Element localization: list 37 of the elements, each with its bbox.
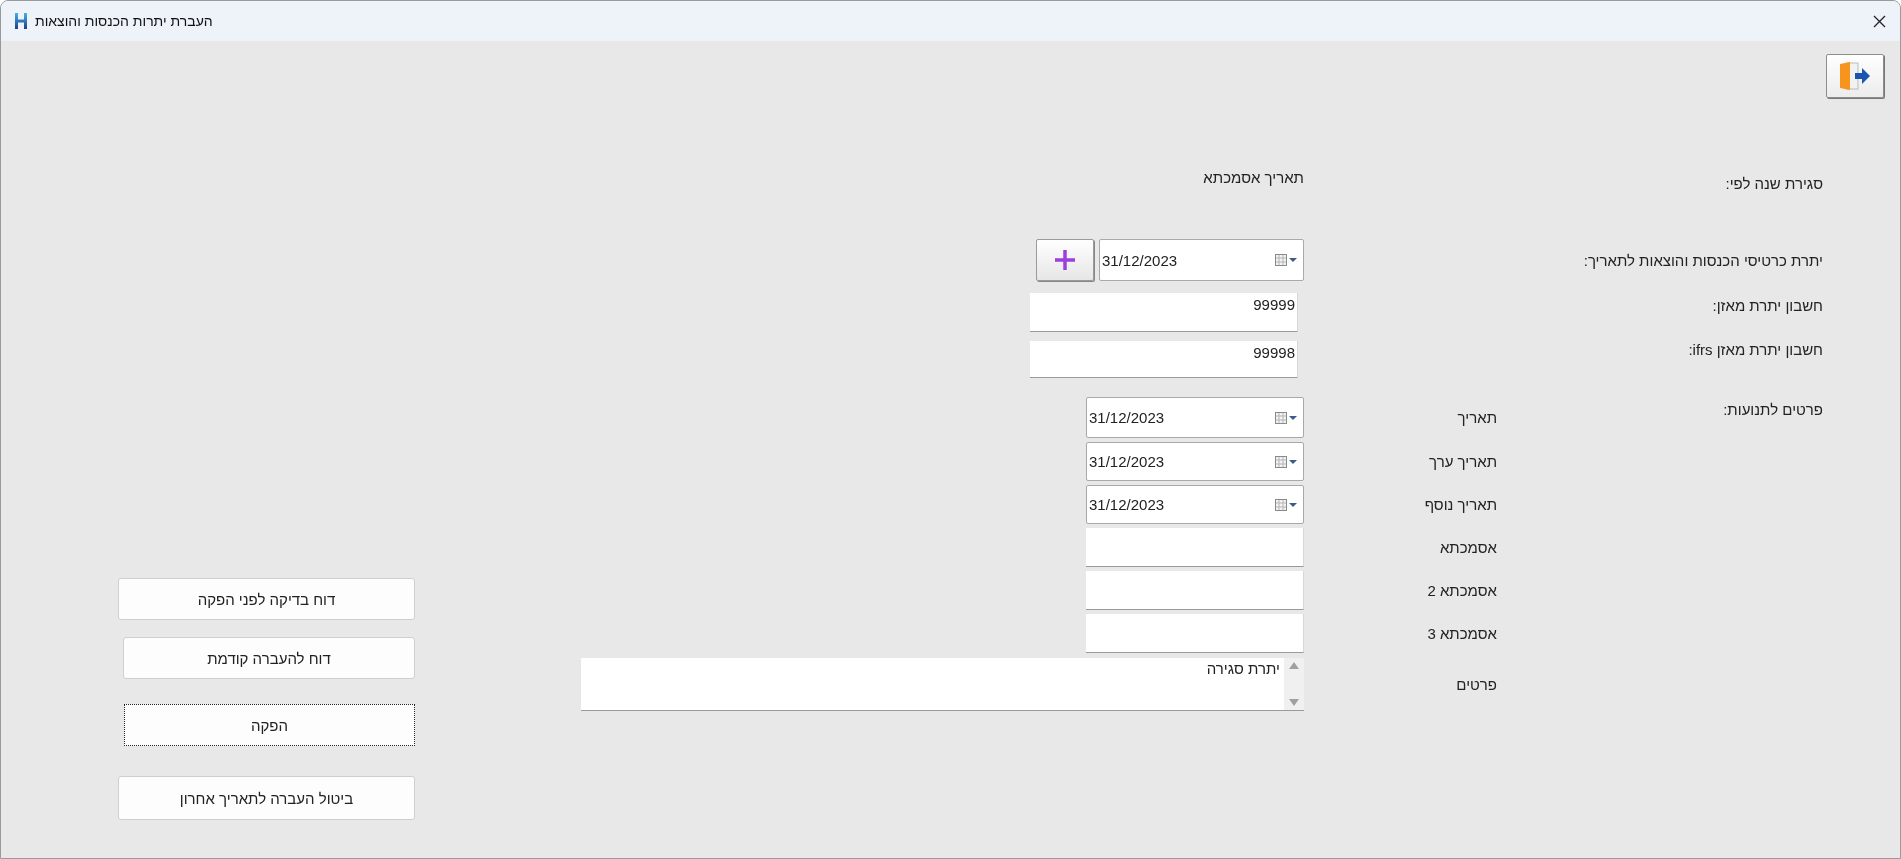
- exit-button[interactable]: [1826, 54, 1884, 98]
- field-label: סגירת שנה לפי:: [1724, 174, 1823, 193]
- field-label: אסמכתא 3: [1426, 625, 1497, 642]
- calendar-dropdown-icon[interactable]: [1275, 455, 1297, 468]
- field-label: אסמכתא: [1438, 539, 1497, 556]
- calendar-dropdown-icon[interactable]: [1275, 411, 1297, 424]
- plus-icon: [1054, 249, 1076, 271]
- door-arrow-icon: [1838, 60, 1872, 92]
- field-label: פרטים לתנועות:: [1722, 400, 1823, 420]
- field-label: אסמכתא 2: [1426, 582, 1497, 599]
- date-field[interactable]: 31/12/2023: [1086, 397, 1304, 438]
- field-label: תאריך נוסף: [1423, 496, 1497, 513]
- window-title: העברת יתרות הכנסות והוצאות: [35, 13, 213, 29]
- app-logo-icon: [15, 13, 27, 29]
- close-icon[interactable]: [1873, 14, 1886, 28]
- action-button[interactable]: ביטול העברה לתאריך אחרון: [118, 776, 415, 820]
- date-field[interactable]: 31/12/2023: [1086, 485, 1304, 524]
- date-field[interactable]: 31/12/2023: [1099, 239, 1304, 281]
- field-label: יתרת כרטיסי הכנסות והוצאות לתאריך:: [1582, 251, 1823, 269]
- text-field[interactable]: [1086, 528, 1304, 567]
- calendar-dropdown-icon[interactable]: [1275, 254, 1297, 266]
- field-label: חשבון יתרת מאזן ifrs:: [1687, 341, 1823, 360]
- field-label: חשבון יתרת מאזן:: [1711, 296, 1823, 316]
- action-button[interactable]: דוח להעברה קודמת: [123, 637, 415, 679]
- add-button[interactable]: [1036, 239, 1094, 281]
- field-label: פרטים: [1455, 676, 1497, 693]
- text-field[interactable]: 99998: [1030, 341, 1298, 378]
- text-field[interactable]: [1086, 614, 1304, 653]
- field-label: תאריך ערך: [1428, 453, 1497, 470]
- action-button[interactable]: דוח בדיקה לפני הפקה: [118, 578, 415, 620]
- field-label: תאריך: [1456, 409, 1497, 426]
- calendar-dropdown-icon[interactable]: [1275, 498, 1297, 511]
- text-field[interactable]: 99999: [1030, 293, 1298, 332]
- text-field[interactable]: [1086, 571, 1304, 610]
- date-field[interactable]: 31/12/2023: [1086, 442, 1304, 481]
- reference-date-option[interactable]: תאריך אסמכתא: [1203, 169, 1304, 193]
- action-button[interactable]: הפקה: [124, 704, 415, 746]
